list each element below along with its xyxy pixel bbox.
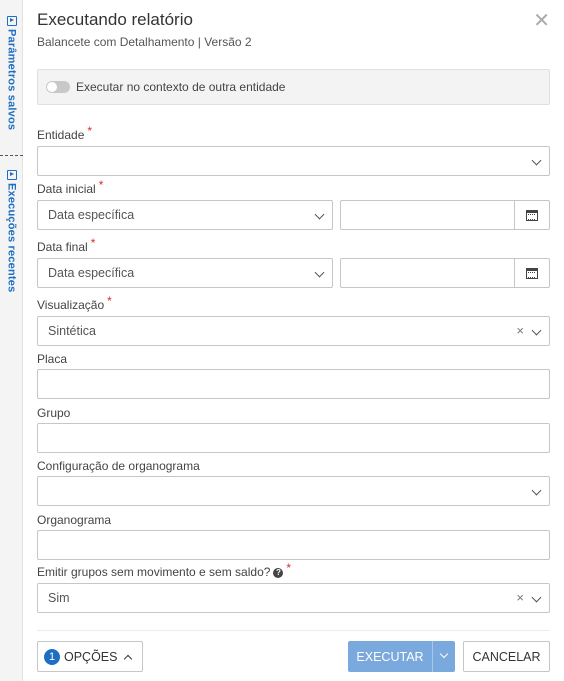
close-icon[interactable]: ✕ xyxy=(533,11,550,31)
emitir-grupos-label: Emitir grupos sem movimento e sem saldo?… xyxy=(37,561,292,579)
context-toggle-label: Executar no contexto de outra entidade xyxy=(76,80,286,94)
options-label: OPÇÕES xyxy=(64,649,118,664)
data-inicial-label: Data inicial * xyxy=(37,178,104,196)
data-final-mode-select[interactable]: Data específica xyxy=(37,258,333,288)
calendar-icon xyxy=(526,209,538,221)
expand-panel-icon xyxy=(6,170,17,180)
calendar-icon xyxy=(526,267,538,279)
visualizacao-value: Sintética xyxy=(48,324,96,338)
required-marker: * xyxy=(107,294,112,308)
tab-recent-executions-label: Execuções recentes xyxy=(5,183,18,293)
required-marker: * xyxy=(286,561,292,575)
side-panel-tabs: Parâmetros salvos Execuções recentes xyxy=(0,0,23,681)
calendar-button[interactable] xyxy=(514,259,549,287)
chevron-down-icon xyxy=(314,267,325,278)
context-toggle-box: Executar no contexto de outra entidade xyxy=(37,69,550,105)
cancel-button[interactable]: CANCELAR xyxy=(463,641,550,672)
execute-dropdown-button[interactable] xyxy=(432,641,455,672)
chevron-down-icon xyxy=(314,209,325,220)
data-inicial-mode-select[interactable]: Data específica xyxy=(37,200,333,230)
organograma-label: Organograma xyxy=(37,513,112,527)
tab-saved-parameters[interactable]: Parâmetros salvos xyxy=(0,16,23,130)
data-final-date-input[interactable] xyxy=(340,258,550,288)
chevron-down-icon xyxy=(531,325,542,336)
clear-icon[interactable]: × xyxy=(516,590,524,605)
config-organograma-label: Configuração de organograma xyxy=(37,459,200,473)
side-tabs-divider xyxy=(0,155,23,156)
data-inicial-mode-value: Data específica xyxy=(48,208,135,222)
emitir-grupos-value: Sim xyxy=(48,591,70,605)
grupo-label: Grupo xyxy=(37,406,71,420)
run-report-dialog: Executando relatório Balancete com Detal… xyxy=(23,0,564,681)
visualizacao-select[interactable]: Sintética × xyxy=(37,316,550,346)
emitir-grupos-select[interactable]: Sim × xyxy=(37,583,550,613)
chevron-down-icon xyxy=(531,592,542,603)
required-marker: * xyxy=(98,178,104,192)
calendar-button[interactable] xyxy=(514,201,549,229)
tab-saved-parameters-label: Parâmetros salvos xyxy=(5,29,18,131)
options-count-badge: 1 xyxy=(44,648,60,665)
config-organograma-select[interactable] xyxy=(37,476,550,506)
entidade-label: Entidade * xyxy=(37,124,93,142)
expand-panel-icon xyxy=(6,16,17,26)
chevron-up-icon xyxy=(123,654,132,663)
required-marker: * xyxy=(87,124,93,138)
options-button[interactable]: 1 OPÇÕES xyxy=(37,641,143,672)
help-icon[interactable]: ? xyxy=(273,568,284,578)
entidade-select[interactable] xyxy=(37,146,550,176)
data-final-label: Data final * xyxy=(37,236,96,254)
execute-button[interactable]: EXECUTAR xyxy=(348,641,432,672)
placa-input[interactable] xyxy=(37,369,550,399)
clear-icon[interactable]: × xyxy=(516,323,524,338)
footer-divider xyxy=(37,630,550,631)
placa-label: Placa xyxy=(37,352,68,366)
required-marker: * xyxy=(90,236,96,250)
grupo-input[interactable] xyxy=(37,423,550,453)
organograma-input[interactable] xyxy=(37,530,550,560)
chevron-down-icon xyxy=(531,485,542,496)
dialog-title: Executando relatório xyxy=(37,10,193,29)
visualizacao-label: Visualização * xyxy=(37,294,112,312)
chevron-down-icon xyxy=(439,649,449,659)
data-inicial-date-input[interactable] xyxy=(340,200,550,230)
chevron-down-icon xyxy=(531,155,542,166)
dialog-subtitle: Balancete com Detalhamento | Versão 2 xyxy=(37,35,252,49)
data-final-mode-value: Data específica xyxy=(48,266,135,280)
tab-recent-executions[interactable]: Execuções recentes xyxy=(0,170,23,292)
context-toggle-switch[interactable] xyxy=(46,81,70,93)
